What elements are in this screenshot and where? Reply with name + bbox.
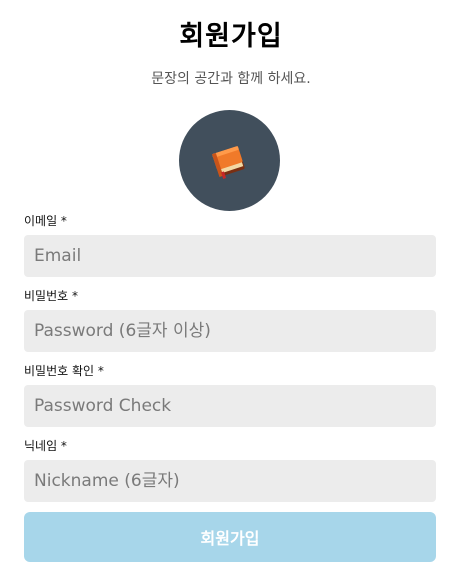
email-label: 이메일 * xyxy=(24,214,67,228)
book-icon xyxy=(211,145,245,179)
password-label: 비밀번호 * xyxy=(24,289,78,303)
password-input[interactable] xyxy=(24,310,436,352)
password-check-input[interactable] xyxy=(24,385,436,427)
page-title: 회원가입 xyxy=(179,21,283,52)
nickname-input[interactable] xyxy=(24,460,436,502)
profile-avatar[interactable] xyxy=(179,110,280,211)
signup-button[interactable]: 회원가입 xyxy=(24,512,436,562)
password-check-label: 비밀번호 확인 * xyxy=(24,364,104,378)
email-input[interactable] xyxy=(24,235,436,277)
page-subtitle: 문장의 공간과 함께 하세요. xyxy=(151,71,311,87)
nickname-label: 닉네임 * xyxy=(24,439,67,453)
